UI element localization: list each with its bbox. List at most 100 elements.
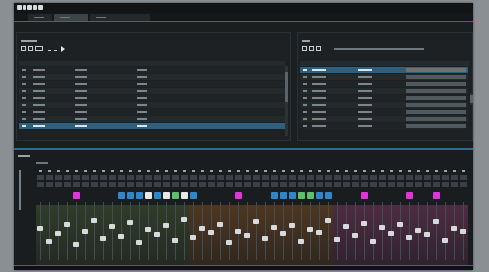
channel-button[interactable] (199, 175, 206, 180)
channel-button[interactable] (433, 182, 440, 187)
channel-button[interactable] (172, 175, 179, 180)
channel-button[interactable] (46, 175, 53, 180)
channel-button[interactable] (361, 182, 368, 187)
scene-row[interactable] (19, 116, 285, 122)
fader-knob[interactable] (118, 233, 124, 239)
fader-knob[interactable] (82, 228, 88, 234)
channel-color-slot[interactable] (136, 192, 143, 199)
cue-row[interactable] (300, 95, 468, 101)
channel-color-slot[interactable] (325, 192, 332, 199)
channel-button[interactable] (73, 175, 80, 180)
fader-knob[interactable] (73, 241, 79, 247)
scene-row[interactable] (19, 74, 285, 80)
channel-color-slot[interactable] (433, 192, 440, 199)
scene-row[interactable] (19, 81, 285, 87)
channel-button[interactable] (253, 182, 260, 187)
channel-button[interactable] (289, 182, 296, 187)
channel-button[interactable] (244, 175, 251, 180)
fader-knob[interactable] (145, 227, 151, 233)
fader-knob[interactable] (127, 220, 133, 226)
cue-row[interactable] (300, 67, 468, 73)
scene-row[interactable] (19, 88, 285, 94)
fader-knob[interactable] (172, 237, 178, 243)
channel-color-slot[interactable] (406, 192, 413, 199)
channel-color-slot[interactable] (298, 192, 305, 199)
fader-knob[interactable] (451, 226, 457, 232)
channel-button[interactable] (406, 175, 413, 180)
channel-color-slot[interactable] (181, 192, 188, 199)
scene-row[interactable] (19, 67, 285, 73)
fader-knob[interactable] (37, 225, 43, 231)
fader-knob[interactable] (415, 227, 421, 233)
scene-row[interactable] (19, 123, 285, 129)
channel-button[interactable] (388, 175, 395, 180)
fader-knob[interactable] (244, 233, 250, 239)
fader-knob[interactable] (352, 232, 358, 238)
channel-button[interactable] (91, 175, 98, 180)
channel-color-slot[interactable] (163, 192, 170, 199)
channel-button[interactable] (199, 182, 206, 187)
fader-knob[interactable] (271, 224, 277, 230)
fader-knob[interactable] (226, 239, 232, 245)
channel-button[interactable] (82, 182, 89, 187)
channel-button[interactable] (370, 175, 377, 180)
cue-row[interactable] (300, 74, 468, 80)
cue-action-button[interactable] (406, 82, 466, 86)
channel-button[interactable] (82, 175, 89, 180)
channel-button[interactable] (118, 175, 125, 180)
scene-row[interactable] (19, 95, 285, 101)
channel-button[interactable] (145, 175, 152, 180)
channel-button[interactable] (451, 175, 458, 180)
channel-button[interactable] (37, 182, 44, 187)
tab-2[interactable] (54, 14, 88, 21)
channel-button[interactable] (442, 182, 449, 187)
fader-knob[interactable] (199, 225, 205, 231)
channel-color-slot[interactable] (118, 192, 125, 199)
channel-button[interactable] (424, 182, 431, 187)
channel-button[interactable] (118, 182, 125, 187)
channel-button[interactable] (334, 175, 341, 180)
channel-color-slot[interactable] (73, 192, 80, 199)
channel-button[interactable] (235, 175, 242, 180)
channel-button[interactable] (253, 175, 260, 180)
channel-button[interactable] (325, 175, 332, 180)
channel-button[interactable] (460, 182, 467, 187)
channel-color-slot[interactable] (289, 192, 296, 199)
channel-button[interactable] (361, 175, 368, 180)
channel-button[interactable] (415, 175, 422, 180)
channel-button[interactable] (244, 182, 251, 187)
channel-button[interactable] (91, 182, 98, 187)
channel-button[interactable] (172, 182, 179, 187)
channel-button[interactable] (208, 175, 215, 180)
new-cue-icon[interactable] (302, 46, 307, 51)
channel-button[interactable] (190, 182, 197, 187)
settings-icon[interactable] (316, 46, 321, 51)
channel-button[interactable] (307, 182, 314, 187)
fader-knob[interactable] (154, 231, 160, 237)
fader-knob[interactable] (289, 222, 295, 228)
channel-button[interactable] (163, 175, 170, 180)
channel-button[interactable] (46, 182, 53, 187)
fader-knob[interactable] (253, 218, 259, 224)
channel-color-slot[interactable] (127, 192, 134, 199)
channel-color-slot[interactable] (154, 192, 161, 199)
channel-button[interactable] (100, 175, 107, 180)
cue-row[interactable] (300, 123, 468, 129)
fader-knob[interactable] (406, 235, 412, 241)
channel-color-slot[interactable] (280, 192, 287, 199)
channel-button[interactable] (235, 182, 242, 187)
channel-button[interactable] (127, 182, 134, 187)
channel-button[interactable] (64, 175, 71, 180)
channel-button[interactable] (208, 182, 215, 187)
fader-knob[interactable] (163, 223, 169, 229)
channel-button[interactable] (136, 175, 143, 180)
channel-button[interactable] (370, 182, 377, 187)
cue-action-button[interactable] (406, 124, 466, 128)
channel-button[interactable] (127, 175, 134, 180)
channel-button[interactable] (424, 175, 431, 180)
channel-button[interactable] (262, 175, 269, 180)
fader-knob[interactable] (361, 220, 367, 226)
channel-color-slot[interactable] (190, 192, 197, 199)
new-scene-icon[interactable] (21, 46, 26, 51)
channel-button[interactable] (73, 182, 80, 187)
